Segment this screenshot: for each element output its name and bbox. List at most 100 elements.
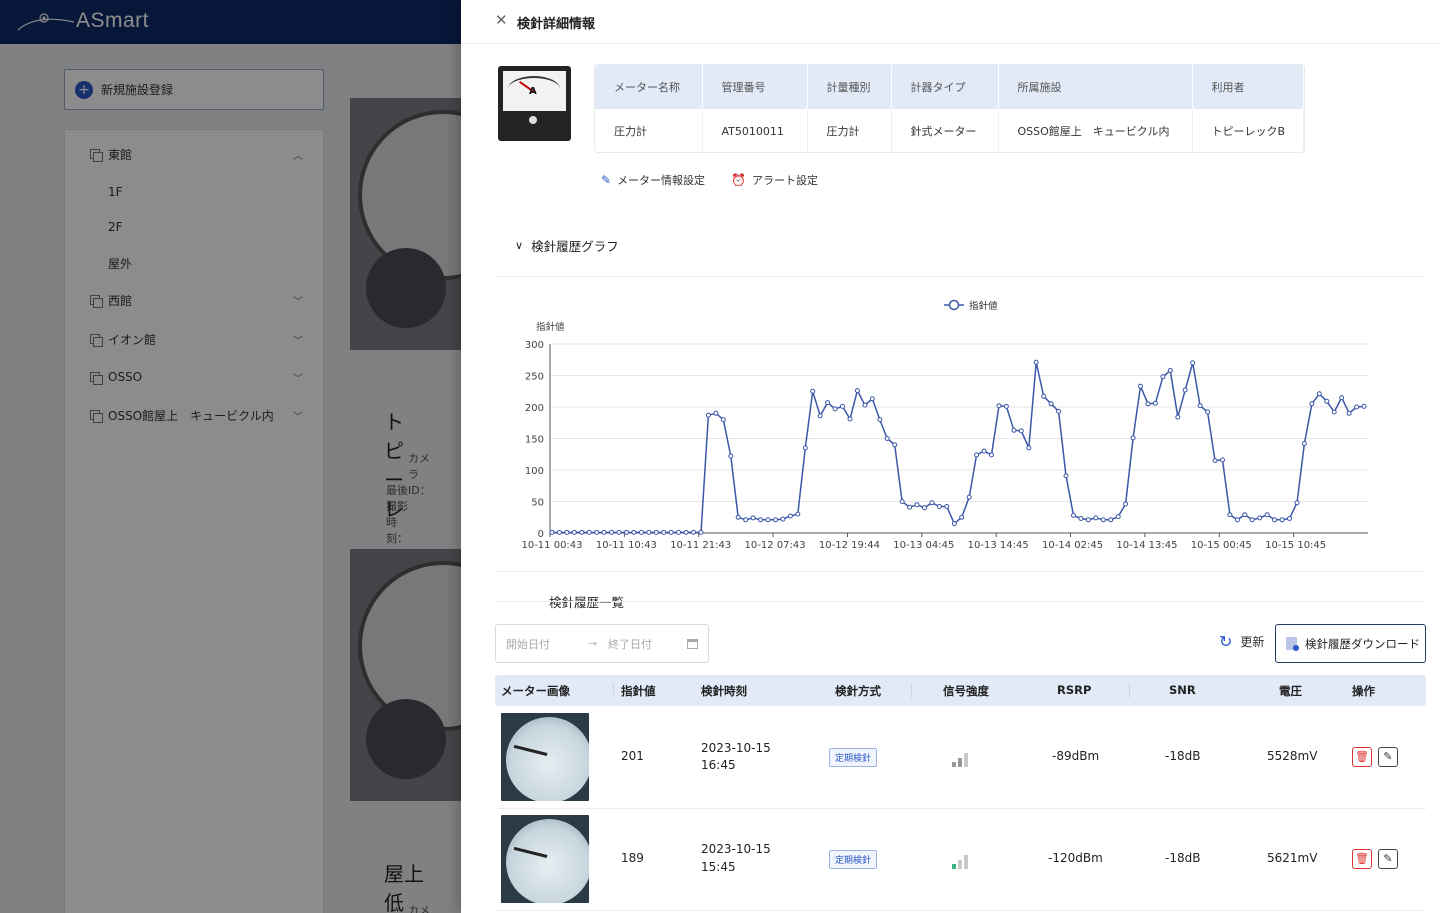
data-point [780, 516, 786, 522]
reading-value: 201 [621, 749, 644, 763]
end-date-input[interactable]: 終了日付 [608, 636, 652, 652]
data-point [884, 436, 890, 441]
col-image: メーター画像 [501, 684, 570, 698]
table-row: 189 2023-10-15 15:45 定期検針 -120dBm -18dB … [495, 809, 1426, 911]
data-point [1108, 517, 1114, 523]
signal-bar [952, 864, 956, 869]
meter-snapshot[interactable] [501, 713, 589, 801]
data-point [1093, 515, 1099, 521]
data-point [1041, 393, 1047, 399]
data-point [773, 517, 778, 523]
data-point [1056, 408, 1062, 414]
data-point [616, 529, 622, 535]
divider [495, 276, 1426, 277]
data-point [966, 494, 972, 500]
reading-time: 16:45 [701, 758, 736, 772]
date-range-picker[interactable]: 開始日付 → 終了日付 [495, 624, 709, 663]
reading-time: 15:45 [701, 860, 736, 874]
data-point [1100, 517, 1106, 523]
data-point [653, 529, 659, 535]
data-point [1063, 473, 1069, 479]
edit-button[interactable]: ✎ [1378, 849, 1398, 869]
delete-button[interactable]: 🗑 [1352, 849, 1372, 869]
meter-settings-link[interactable]: ✎ メーター情報設定 [601, 172, 705, 188]
data-point [951, 521, 957, 527]
data-point [1123, 501, 1129, 507]
pencil-icon: ✎ [601, 173, 612, 187]
data-point [1033, 359, 1039, 365]
meter-photo[interactable]: A [498, 66, 571, 141]
data-point [1264, 512, 1270, 518]
data-point [944, 504, 950, 509]
manage-no: AT5010011 [702, 109, 808, 152]
edit-button[interactable]: ✎ [1378, 747, 1398, 767]
data-point [579, 529, 585, 535]
col-meter-name: メーター名称 [595, 65, 703, 109]
download-history-button[interactable]: 検針履歴ダウンロード [1275, 624, 1426, 663]
data-point [981, 448, 987, 454]
calendar-icon [687, 638, 698, 649]
data-point [1197, 403, 1203, 409]
alarm-icon: ⏰ [731, 173, 747, 187]
meter-name: 圧力計 [595, 109, 703, 152]
legend-marker [948, 299, 960, 311]
data-point [959, 514, 965, 520]
y-tick-label: 100 [525, 466, 544, 477]
data-point [549, 529, 555, 535]
refresh-icon: ↻ [1219, 632, 1233, 651]
chevron-down-icon: ∨ [515, 239, 524, 252]
data-point [758, 517, 764, 523]
voltage-value: 5621mV [1267, 851, 1318, 865]
download-label: 検針履歴ダウンロード [1305, 636, 1420, 651]
refresh-button[interactable]: ↻ 更新 [1219, 632, 1264, 651]
delete-button[interactable]: 🗑 [1352, 747, 1372, 767]
data-point [787, 513, 793, 519]
data-point [1220, 457, 1225, 463]
start-date-input[interactable]: 開始日付 [506, 636, 550, 652]
data-point [735, 514, 741, 520]
data-point [795, 511, 801, 517]
data-point [586, 529, 592, 535]
close-icon[interactable]: ✕ [495, 13, 508, 28]
data-point [1003, 403, 1009, 409]
y-tick-label: 200 [525, 403, 544, 414]
data-point [1324, 398, 1330, 404]
data-point [601, 529, 607, 535]
voltage-value: 5528mV [1267, 749, 1318, 763]
col-time: 検針時刻 [701, 684, 747, 698]
snr-value: -18dB [1165, 851, 1201, 865]
data-point [862, 402, 868, 408]
data-point [1346, 410, 1352, 416]
data-point [840, 403, 845, 409]
data-point [1227, 512, 1233, 518]
detail-drawer: ✕ 検針詳細情報 A メーター名称 管理番号 計量種別 計器タイプ 所属施設 利… [461, 0, 1440, 913]
y-tick-label: 300 [525, 340, 544, 351]
arrow-right-icon: → [588, 637, 598, 650]
data-point [802, 445, 808, 451]
graph-section-toggle[interactable]: ∨ 検針履歴グラフ [515, 236, 619, 255]
data-point [631, 529, 637, 535]
x-tick-label: 10-13 14:45 [968, 540, 1029, 551]
data-point [1279, 517, 1285, 523]
col-manage-no: 管理番号 [702, 65, 808, 109]
series-line [552, 361, 1365, 534]
data-point [1354, 404, 1360, 410]
data-point [1175, 414, 1181, 420]
table-row: 201 2023-10-15 16:45 定期検針 -89dBm -18dB 5… [495, 707, 1426, 809]
alert-settings-link[interactable]: ⏰ アラート設定 [731, 172, 818, 188]
data-point [817, 413, 823, 419]
x-tick-label: 10-14 13:45 [1116, 540, 1177, 551]
y-tick-label: 150 [525, 435, 544, 446]
meter-snapshot[interactable] [501, 815, 589, 903]
data-point [1301, 441, 1307, 446]
data-point [877, 417, 883, 423]
data-point [676, 529, 682, 535]
data-point [1152, 400, 1158, 406]
x-tick-label: 10-12 07:43 [745, 540, 806, 551]
data-point [743, 517, 749, 523]
data-point [1316, 391, 1322, 397]
signal-strength-icon [952, 853, 972, 869]
instrument-type: 針式メーター [891, 109, 999, 152]
legend-label: 指針値 [969, 300, 998, 312]
data-point [691, 529, 696, 535]
